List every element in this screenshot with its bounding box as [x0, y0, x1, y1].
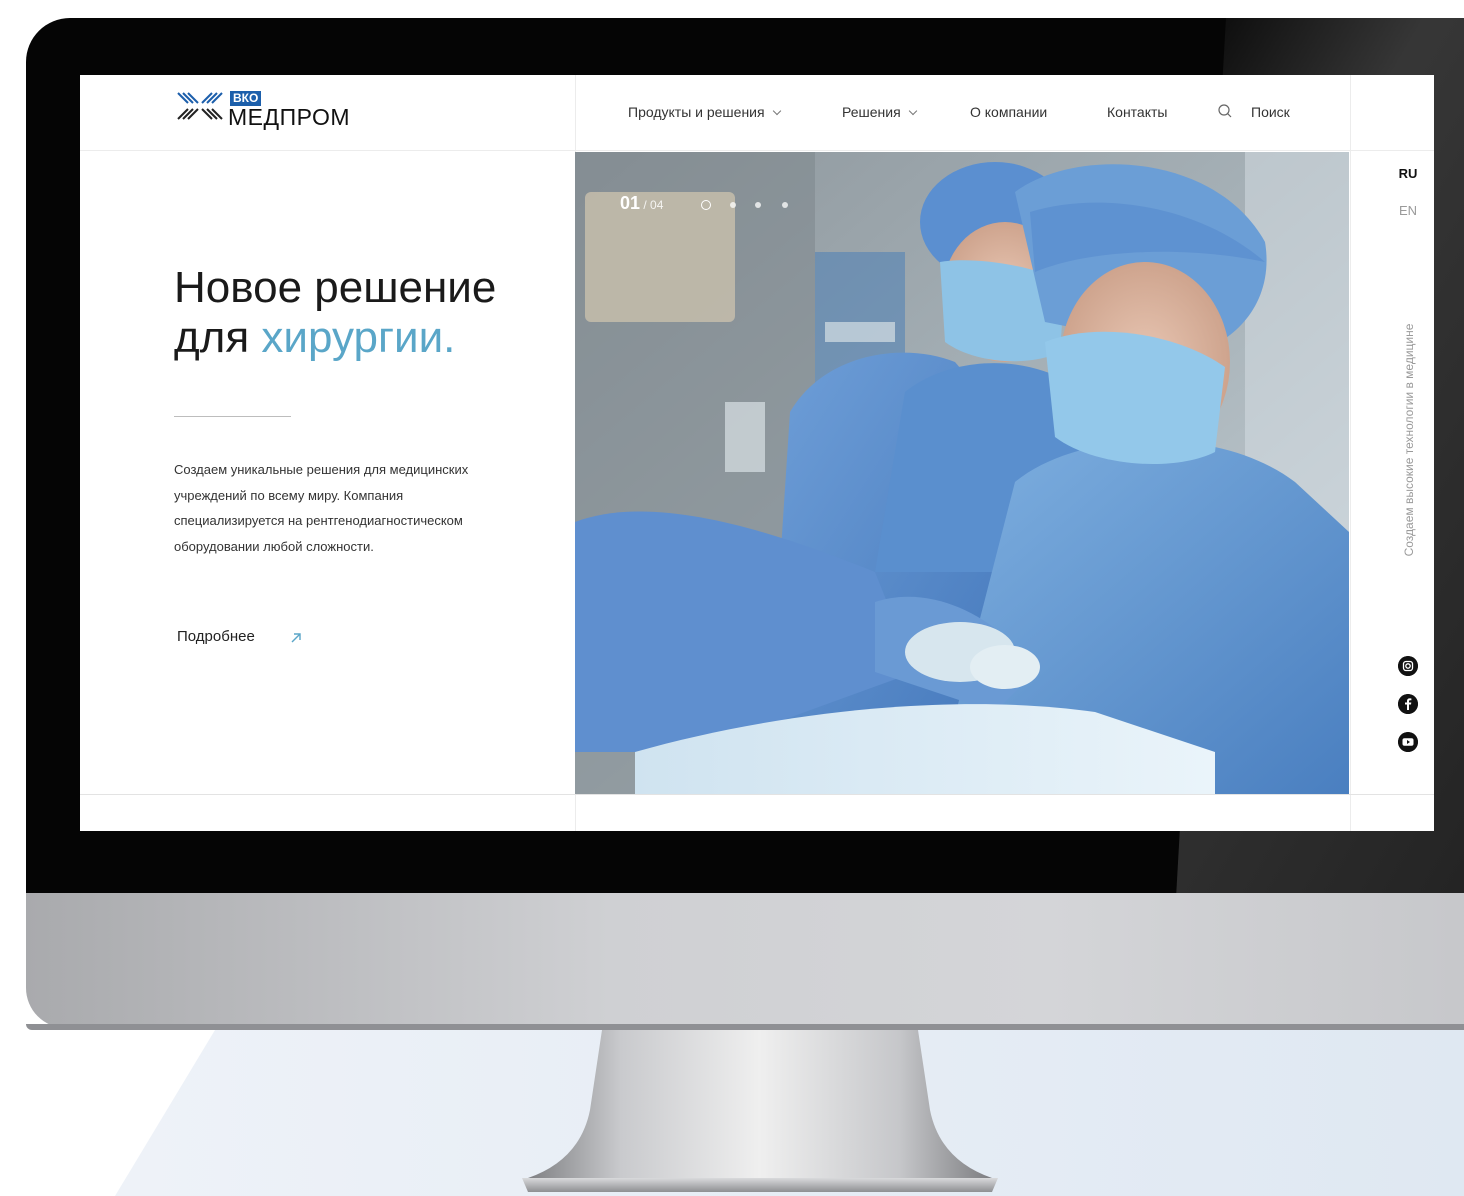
nav-about[interactable]: О компании — [970, 103, 1047, 121]
chevron-down-icon — [772, 106, 781, 116]
slide-current: 01 — [620, 193, 641, 213]
slider-dot-3[interactable] — [755, 202, 761, 208]
search-link[interactable]: Поиск — [1251, 103, 1290, 121]
slide-total: 04 — [650, 198, 664, 212]
search-icon[interactable] — [1218, 104, 1232, 118]
nav-about-label: О компании — [970, 104, 1048, 120]
slide-separator: / — [640, 198, 651, 212]
nav-solutions-label: Решения — [842, 104, 901, 120]
chevron-down-icon — [908, 106, 917, 116]
more-link[interactable]: Подробнее — [177, 628, 255, 645]
site-logo[interactable]: ВКО МЕДПРОМ — [176, 89, 376, 133]
search-label: Поиск — [1251, 104, 1290, 120]
monitor-chin-edge — [26, 1024, 1464, 1030]
hero-surgery-photo — [575, 152, 1349, 794]
hero-title-accent: хирургии. — [261, 313, 456, 362]
slider-dot-4[interactable] — [782, 202, 788, 208]
youtube-icon[interactable] — [1398, 732, 1418, 752]
hero-title: Новое решение для хирургии. — [174, 263, 496, 363]
website-screen: ВКО МЕДПРОМ Продукты и решения Решения О… — [80, 75, 1434, 831]
nav-products[interactable]: Продукты и решения — [628, 103, 781, 121]
nav-products-label: Продукты и решения — [628, 104, 765, 120]
lang-en[interactable]: EN — [1388, 203, 1428, 218]
monitor-chin — [26, 893, 1464, 1028]
hero-divider — [174, 416, 291, 417]
monitor-mockup: ВКО МЕДПРОМ Продукты и решения Решения О… — [0, 0, 1464, 1196]
instagram-icon[interactable] — [1398, 656, 1418, 676]
lang-ru[interactable]: RU — [1388, 166, 1428, 181]
side-tagline: Создаем высокие технологии в медицине — [1398, 285, 1420, 595]
logo-wordmark: МЕДПРОМ — [228, 104, 350, 130]
more-link-label: Подробнее — [177, 628, 255, 645]
nav-contacts[interactable]: Контакты — [1107, 103, 1167, 121]
logo-mark-icon — [177, 92, 223, 120]
facebook-icon[interactable] — [1398, 694, 1418, 714]
section-divider — [80, 794, 1434, 795]
arrow-up-right-icon[interactable] — [289, 631, 303, 645]
nav-solutions[interactable]: Решения — [842, 103, 917, 121]
hero-title-prefix: для — [174, 313, 262, 362]
header-divider-right — [1350, 75, 1351, 831]
nav-contacts-label: Контакты — [1107, 104, 1168, 120]
side-tagline-text: Создаем высокие технологии в медицине — [1402, 323, 1416, 557]
hero-title-line1: Новое решение — [174, 263, 497, 312]
hero-description: Создаем уникальные решения для медицинск… — [174, 462, 469, 554]
slider-dot-2[interactable] — [730, 202, 736, 208]
slider-dot-1[interactable] — [701, 200, 711, 210]
slide-counter: 01 / 04 — [620, 193, 663, 214]
